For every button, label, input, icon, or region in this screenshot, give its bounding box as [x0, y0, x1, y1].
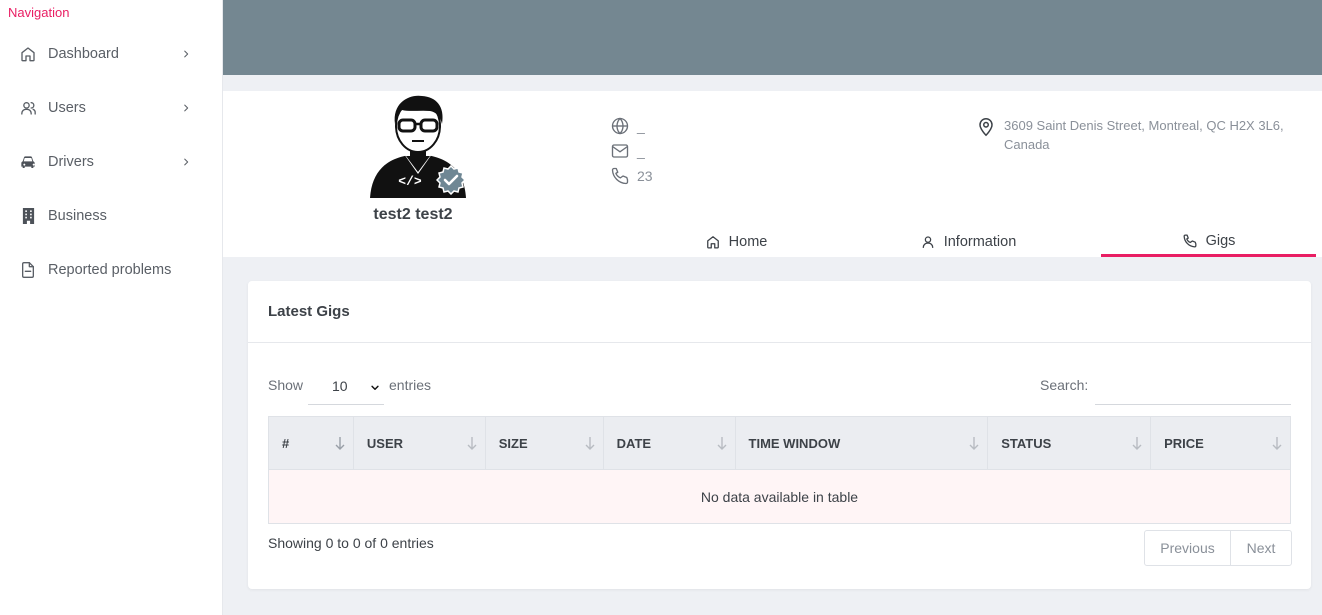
chevron-right-icon: [180, 48, 192, 60]
column-label: #: [282, 435, 290, 451]
column-label: PRICE: [1164, 435, 1204, 451]
chevron-down-icon: [370, 380, 380, 390]
search-label: Search:: [1040, 377, 1089, 393]
phone-icon: [1182, 233, 1198, 249]
svg-text:</>: </>: [398, 174, 422, 189]
column-label: USER: [366, 435, 404, 451]
sidebar-item-label: Reported problems: [48, 262, 172, 278]
chevron-right-icon: [180, 102, 192, 114]
profile-header: </> test2 test2 _ _ 23 3609 Saint Denis …: [223, 91, 1322, 257]
user-icon: [920, 234, 936, 250]
column-label: TIME WINDOW: [748, 435, 841, 451]
card-title: Latest Gigs: [268, 303, 350, 320]
contact-email: _: [610, 141, 645, 161]
entries-value: 10: [332, 377, 348, 394]
contact-phone: 23: [610, 166, 653, 186]
tab-label: Gigs: [1205, 233, 1236, 249]
sort-arrow-icon: [335, 436, 345, 450]
sidebar-item-label: Users: [48, 100, 86, 116]
sort-arrow-icon: [969, 436, 979, 450]
profile-name: test2 test2: [373, 206, 453, 223]
tab-label: Home: [728, 234, 768, 250]
profile-banner: [223, 0, 1322, 75]
search-input[interactable]: [1095, 367, 1291, 405]
chevron-right-icon: [180, 156, 192, 168]
sidebar-item-label: Dashboard: [48, 46, 119, 62]
users-icon: [19, 99, 37, 117]
previous-button[interactable]: Previous: [1145, 531, 1231, 565]
next-button[interactable]: Next: [1231, 531, 1291, 565]
address-text: 3609 Saint Denis Street, Montreal, QC H2…: [1004, 118, 1284, 152]
home-icon: [705, 234, 721, 250]
tab-label: Information: [943, 234, 1017, 250]
column-label: SIZE: [498, 435, 528, 451]
column-header-user[interactable]: USER: [352, 416, 486, 470]
sidebar-item-reported-problems[interactable]: Reported problems: [0, 250, 223, 290]
table-info: Showing 0 to 0 of 0 entries: [268, 535, 434, 551]
home-icon: [19, 45, 37, 63]
column-header-date[interactable]: DATE: [602, 416, 736, 470]
latest-gigs-card: Latest Gigs Show 10 entries Search: # US…: [248, 281, 1311, 589]
sort-arrow-icon: [1132, 436, 1142, 450]
divider: [248, 342, 1311, 343]
table-row: No data available in table: [268, 469, 1291, 524]
column-header-number[interactable]: #: [268, 416, 354, 470]
sidebar-item-drivers[interactable]: Drivers: [0, 142, 223, 182]
entries-label: entries: [389, 377, 432, 393]
sidebar: Navigation Dashboard Users Drivers Busin: [0, 0, 223, 615]
map-pin-icon: [977, 117, 997, 139]
phone-value: 23: [637, 168, 653, 184]
sidebar-item-business[interactable]: Business: [0, 196, 223, 236]
column-header-size[interactable]: SIZE: [484, 416, 604, 470]
sidebar-item-label: Drivers: [48, 154, 94, 170]
sidebar-item-users[interactable]: Users: [0, 88, 223, 128]
gigs-table: # USER SIZE DATE TIME WINDOW STATUS PRIC…: [268, 416, 1291, 524]
sort-arrow-icon: [467, 436, 477, 450]
globe-icon: [610, 116, 630, 136]
email-value: _: [637, 143, 645, 159]
avatar: </>: [370, 94, 467, 198]
mail-icon: [610, 141, 630, 161]
show-label: Show: [268, 377, 304, 393]
column-label: STATUS: [1001, 435, 1052, 451]
pagination: Previous Next: [1144, 530, 1292, 566]
column-header-price[interactable]: PRICE: [1150, 416, 1291, 470]
website-value: _: [637, 118, 645, 134]
tab-gigs[interactable]: Gigs: [1101, 228, 1316, 257]
phone-icon: [610, 166, 630, 186]
sidebar-title: Navigation: [8, 5, 70, 20]
sort-arrow-icon: [717, 436, 727, 450]
tab-home[interactable]: Home: [631, 228, 841, 256]
sort-arrow-icon: [585, 436, 595, 450]
car-icon: [19, 153, 37, 171]
verified-badge-icon: [435, 164, 467, 196]
column-label: DATE: [616, 435, 652, 451]
sidebar-item-dashboard[interactable]: Dashboard: [0, 34, 223, 74]
contact-website: _: [610, 116, 645, 136]
column-header-status[interactable]: STATUS: [987, 416, 1152, 470]
column-header-time-window[interactable]: TIME WINDOW: [734, 416, 989, 470]
entries-per-page-select[interactable]: 10: [308, 367, 384, 405]
file-icon: [19, 261, 37, 279]
table-header-row: # USER SIZE DATE TIME WINDOW STATUS PRIC…: [268, 416, 1291, 470]
tab-information[interactable]: Information: [863, 228, 1073, 256]
sidebar-item-label: Business: [48, 208, 107, 224]
building-icon: [19, 207, 37, 225]
sort-arrow-icon: [1272, 436, 1282, 450]
empty-table-message: No data available in table: [268, 469, 1291, 524]
